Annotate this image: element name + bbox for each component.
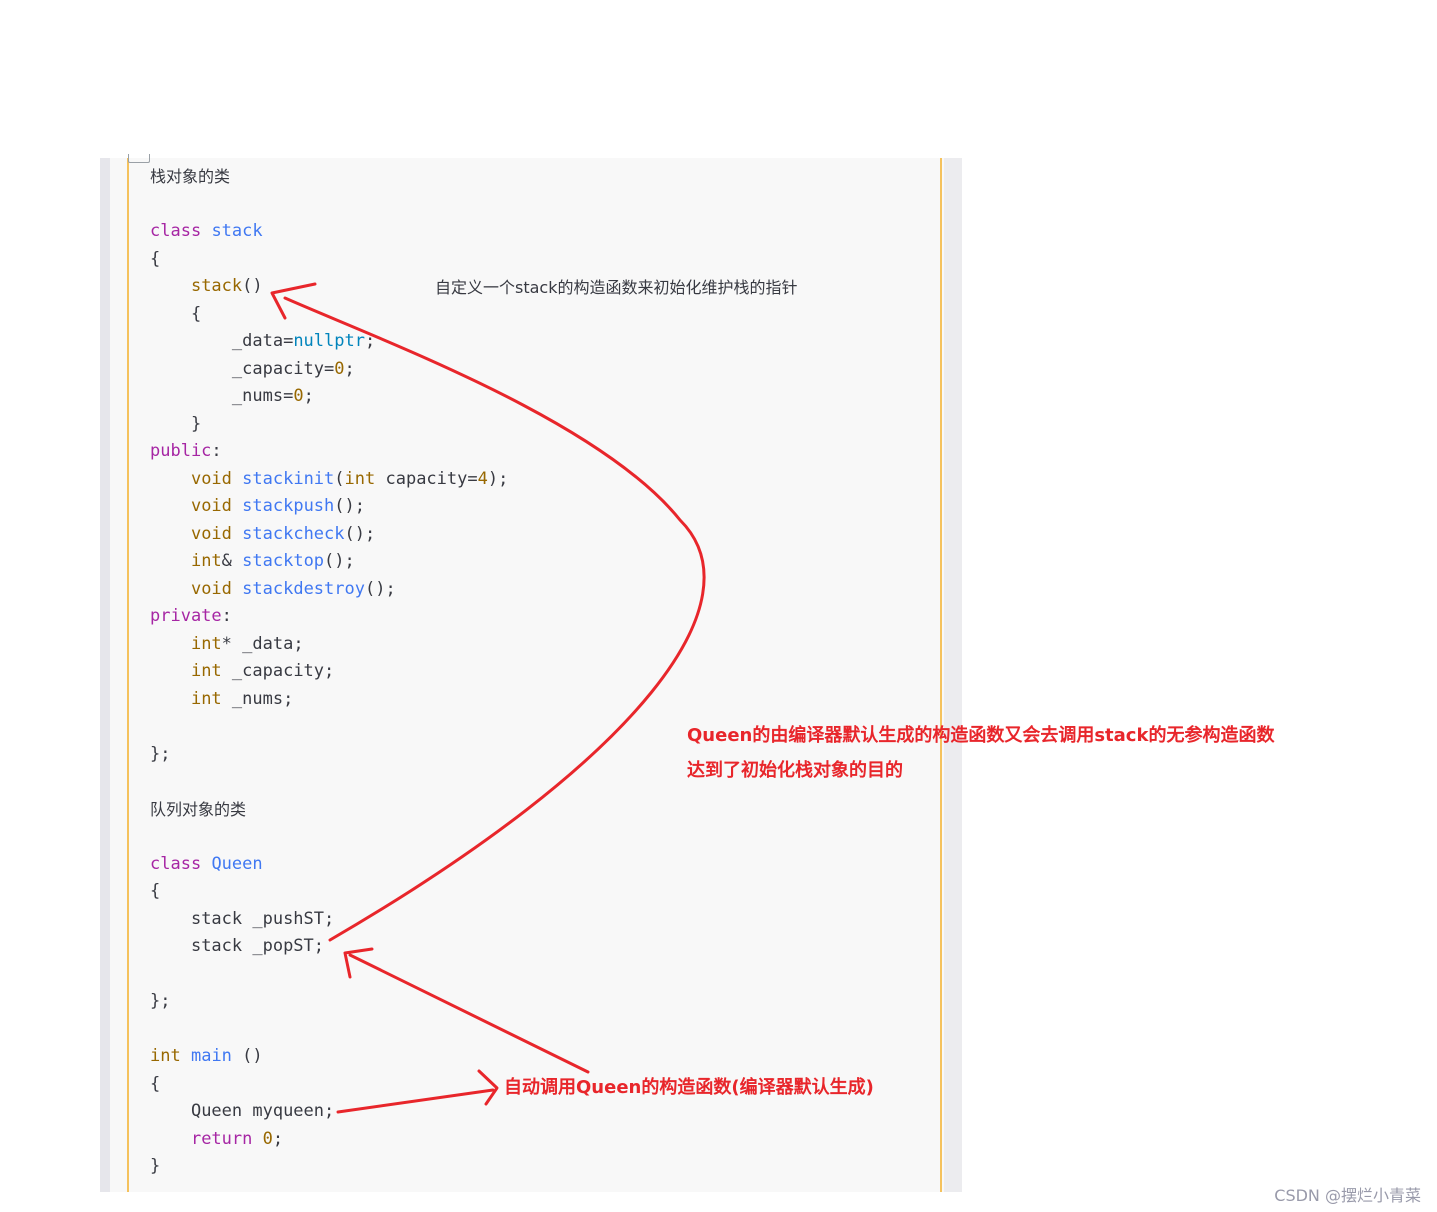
explanation-line-1: Queen的由编译器默认生成的构造函数又会去调用stack的无参构造函数	[687, 725, 1275, 746]
screenshot-root: 栈对象的类 class stack { stack() { _data=null…	[0, 0, 1437, 1212]
explanation-line-2: 达到了初始化栈对象的目的	[687, 760, 903, 781]
constructor-note: 自定义一个stack的构造函数来初始化维护栈的指针	[435, 278, 798, 297]
curved-arrow-line	[283, 296, 706, 942]
arrow-line-myqueen	[336, 1088, 495, 1114]
auto-call-note: 自动调用Queen的构造函数(编译器默认生成)	[504, 1077, 874, 1098]
arrowhead-myqueen	[477, 1069, 499, 1106]
arrow-line-popst	[348, 953, 590, 1074]
watermark: CSDN @摆烂小青菜	[1274, 1186, 1421, 1205]
annotation-arrows	[270, 282, 706, 1114]
